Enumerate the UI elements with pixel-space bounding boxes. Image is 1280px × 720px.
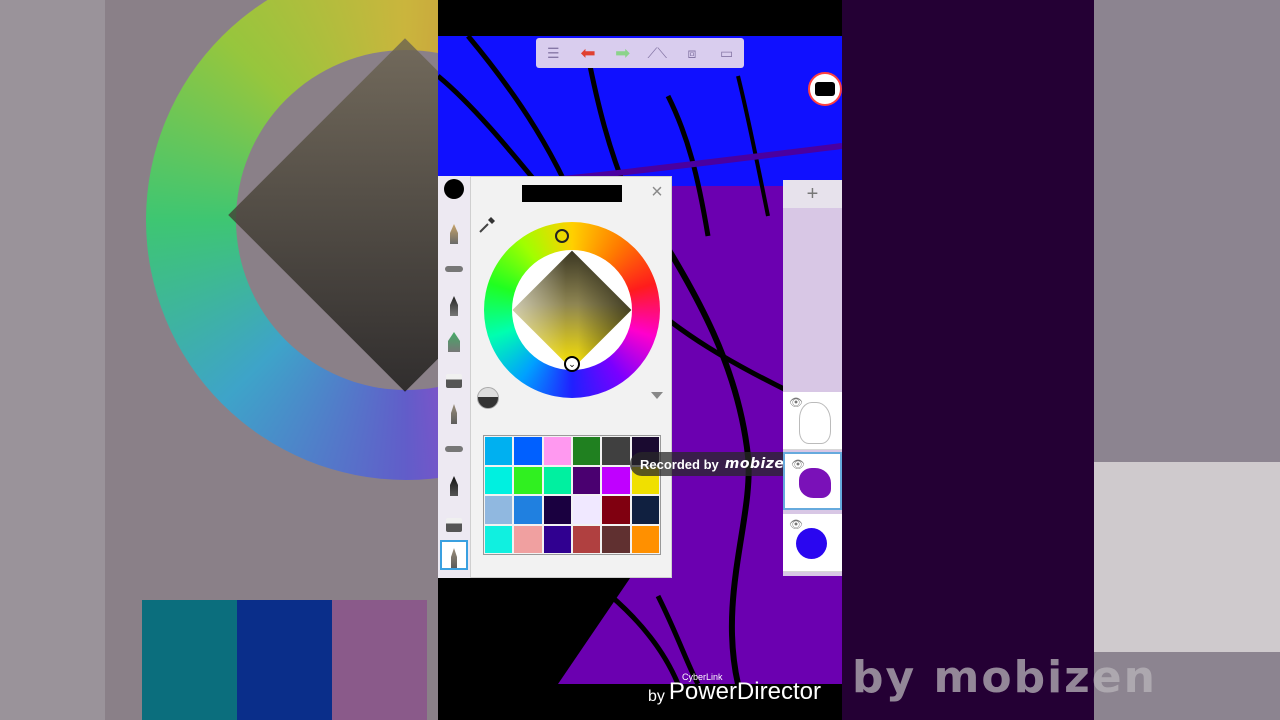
ruler-icon[interactable]: ⟋⟍	[645, 43, 669, 63]
chevron-down-icon[interactable]	[651, 392, 663, 399]
close-icon[interactable]: ×	[648, 182, 666, 202]
symmetry-icon[interactable]: ⧈	[680, 43, 704, 63]
list-icon[interactable]: ☰	[541, 43, 565, 63]
airbrush-tool-icon[interactable]	[442, 254, 466, 280]
cyberlink-label: CyberLink	[682, 672, 723, 682]
layer-sketch[interactable]: 👁	[783, 392, 842, 450]
soft-airbrush-tool-icon[interactable]	[442, 434, 466, 460]
redo-icon[interactable]: ➡	[611, 43, 635, 63]
color-swatch[interactable]	[513, 495, 543, 525]
eye-icon[interactable]: 👁	[789, 518, 803, 531]
smudge-tool-icon[interactable]	[440, 540, 468, 570]
color-swatch[interactable]	[572, 524, 602, 554]
color-swatch[interactable]	[484, 465, 514, 495]
color-swatch[interactable]	[542, 436, 572, 466]
color-swatch[interactable]	[601, 524, 631, 554]
eye-icon[interactable]: 👁	[791, 458, 805, 471]
color-swatch[interactable]	[513, 524, 543, 554]
color-swatch[interactable]	[542, 495, 572, 525]
color-swatch[interactable]	[513, 436, 543, 466]
profile-avatar-icon[interactable]	[808, 72, 842, 106]
ink-pen-tool-icon[interactable]	[442, 470, 466, 496]
color-picker-panel: × ⌄	[470, 176, 672, 578]
fine-pen-tool-icon[interactable]	[442, 398, 466, 424]
current-color-indicator[interactable]	[444, 179, 464, 199]
marker-tool-icon[interactable]	[442, 290, 466, 316]
eraser-tool-icon[interactable]	[442, 362, 466, 388]
paintbrush-tool-icon[interactable]	[442, 326, 466, 352]
color-swatch[interactable]	[484, 436, 514, 466]
add-layer-button[interactable]: +	[783, 180, 842, 208]
color-swatch[interactable]	[542, 465, 572, 495]
powerdirector-label: PowerDirector	[668, 678, 821, 705]
side-watermark: by mobizen	[852, 652, 1157, 703]
color-swatch[interactable]	[513, 465, 543, 495]
blurred-tool-strip	[0, 0, 105, 720]
color-swatch[interactable]	[572, 465, 602, 495]
powerdirector-watermark: CyberLink by PowerDirector	[648, 672, 821, 706]
eyedropper-icon[interactable]	[477, 215, 497, 235]
top-toolbar: ☰ ⬅ ➡ ⟋⟍ ⧈ ▭	[536, 38, 744, 68]
color-swatch-grid	[483, 435, 661, 555]
color-swatch[interactable]	[630, 524, 660, 554]
layer-blue-circle[interactable]: 👁	[783, 514, 842, 572]
layer-purple-fill[interactable]: 👁	[783, 452, 842, 510]
blurred-background-left	[0, 0, 438, 720]
brush-tool-strip	[438, 176, 470, 578]
current-color-preview[interactable]	[522, 185, 622, 202]
color-swatch[interactable]	[572, 495, 602, 525]
color-swatch[interactable]	[542, 524, 572, 554]
color-swatch[interactable]	[601, 465, 631, 495]
pencil-tool-icon[interactable]	[442, 218, 466, 244]
color-swatch[interactable]	[630, 495, 660, 525]
fullscreen-icon[interactable]: ▭	[715, 43, 739, 63]
color-swatch[interactable]	[572, 436, 602, 466]
undo-icon[interactable]: ⬅	[576, 43, 600, 63]
hue-handle[interactable]	[555, 229, 569, 243]
color-swatch[interactable]	[484, 524, 514, 554]
eye-icon[interactable]: 👁	[789, 396, 803, 409]
color-swatch[interactable]	[484, 495, 514, 525]
blurred-background-right: by mobizen	[842, 0, 1280, 720]
sv-handle-icon[interactable]: ⌄	[564, 356, 580, 372]
soft-eraser-tool-icon[interactable]	[442, 506, 466, 532]
color-swatch[interactable]	[601, 436, 631, 466]
recorded-by-label: Recorded by	[640, 456, 719, 472]
layers-panel: + 👁 👁 👁	[783, 180, 842, 576]
brush-preview-icon[interactable]	[477, 387, 499, 409]
watermark-by: by	[648, 688, 665, 705]
color-swatch[interactable]	[601, 495, 631, 525]
